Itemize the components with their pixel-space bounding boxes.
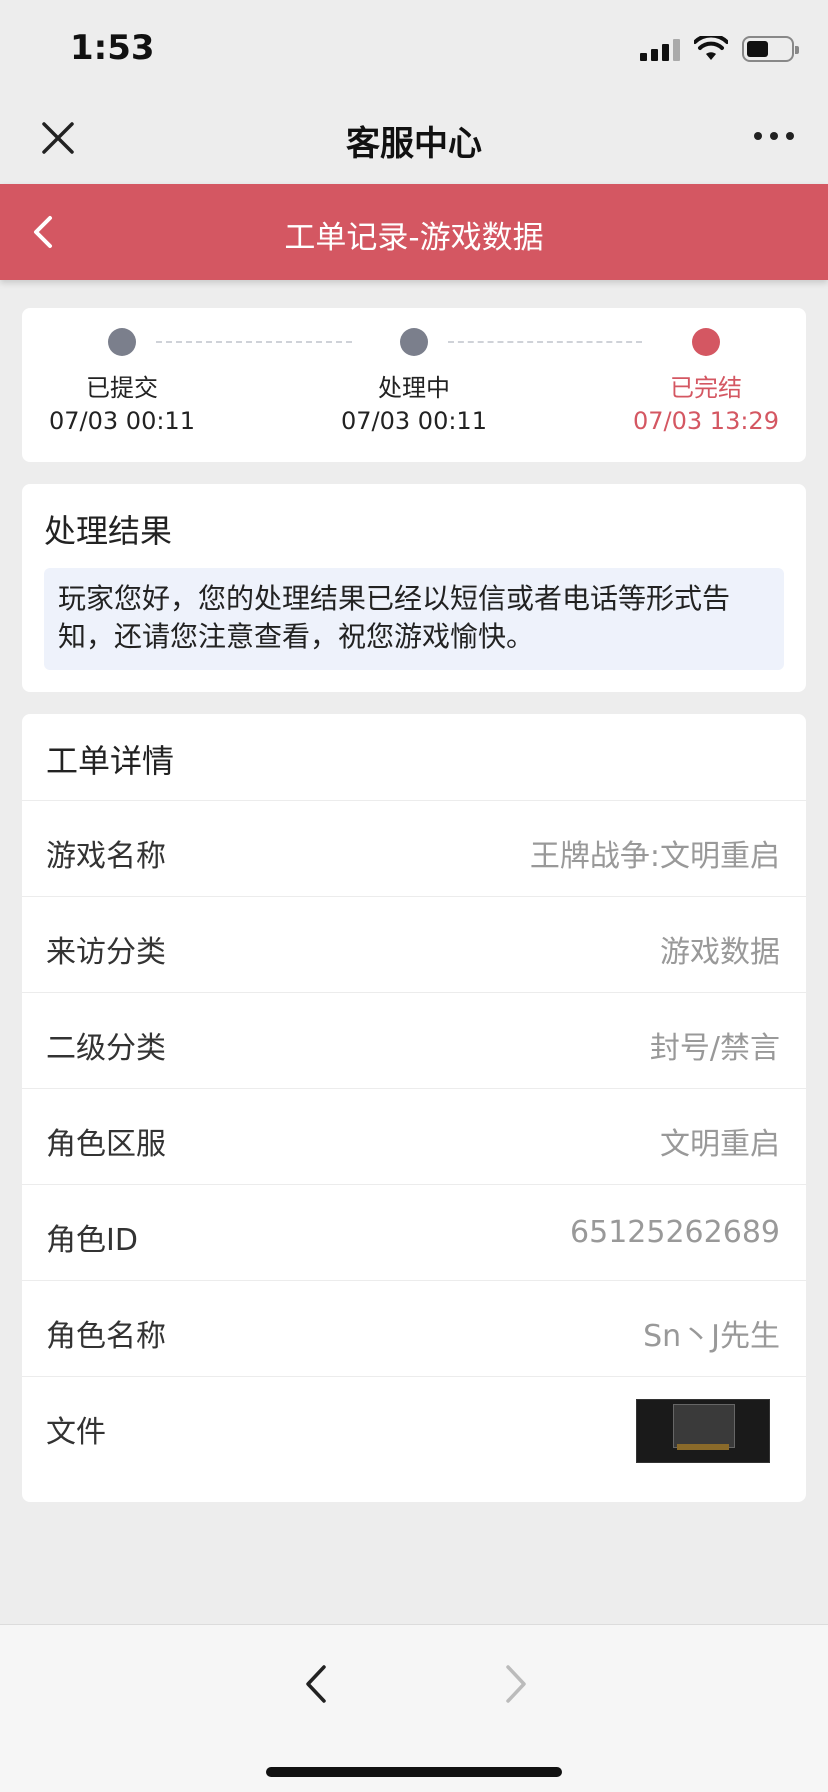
status-icons (640, 36, 799, 62)
detail-value: 文明重启 (660, 1127, 780, 1162)
step-label: 已完结 (670, 374, 742, 402)
result-card: 处理结果 玩家您好，您的处理结果已经以短信或者电话等形式告知，还请您注意查看，祝… (22, 484, 806, 692)
home-indicator (266, 1767, 562, 1777)
details-heading: 工单详情 (46, 742, 175, 780)
step-time: 07/03 00:11 (341, 407, 487, 435)
nav-bar: 客服中心 (0, 96, 828, 184)
status-bar: 1:53 (0, 0, 828, 96)
wifi-icon (694, 36, 728, 60)
result-heading: 处理结果 (44, 512, 173, 550)
detail-row-server: 角色区服 文明重启 (22, 1088, 806, 1184)
detail-value: 王牌战争:文明重启 (529, 839, 780, 874)
signal-icon (640, 37, 680, 61)
progress-step-submitted: 已提交 07/03 00:11 (22, 328, 222, 435)
progress-step-processing: 处理中 07/03 00:11 (314, 328, 514, 435)
detail-value: 封号/禁言 (649, 1031, 780, 1066)
detail-row-subcategory: 二级分类 封号/禁言 (22, 992, 806, 1088)
chevron-left-icon[interactable] (298, 1659, 334, 1709)
result-message: 玩家您好，您的处理结果已经以短信或者电话等形式告知，还请您注意查看，祝您游戏愉快… (44, 568, 784, 670)
step-time: 07/03 13:29 (633, 407, 779, 435)
detail-value: Sn丶J先生 (643, 1319, 780, 1354)
detail-key: 二级分类 (46, 1031, 166, 1066)
detail-row-role-id: 角色ID 65125262689 (22, 1184, 806, 1280)
detail-key: 游戏名称 (46, 839, 166, 874)
header-title: 工单记录-游戏数据 (284, 220, 544, 256)
detail-value: 65125262689 (570, 1215, 780, 1250)
more-icon[interactable] (754, 132, 794, 140)
chevron-right-icon[interactable] (498, 1659, 534, 1709)
detail-row-game-name: 游戏名称 王牌战争:文明重启 (22, 800, 806, 896)
progress-card: 已提交 07/03 00:11 处理中 07/03 00:11 已完结 07/0… (22, 308, 806, 462)
step-label: 处理中 (378, 374, 450, 402)
progress-step-completed: 已完结 07/03 13:29 (606, 328, 806, 435)
bottom-toolbar (0, 1624, 828, 1792)
detail-key: 来访分类 (46, 935, 166, 970)
detail-row-file: 文件 (22, 1376, 806, 1486)
file-thumbnail[interactable] (636, 1399, 770, 1463)
battery-icon (742, 36, 799, 62)
detail-row-category: 来访分类 游戏数据 (22, 896, 806, 992)
step-dot (692, 328, 720, 356)
detail-key: 角色ID (46, 1223, 138, 1258)
detail-key: 文件 (46, 1415, 106, 1450)
page-title: 客服中心 (346, 124, 482, 164)
detail-key: 角色区服 (46, 1127, 166, 1162)
ticket-header: 工单记录-游戏数据 (0, 184, 828, 280)
step-dot (400, 328, 428, 356)
status-time: 1:53 (70, 28, 155, 68)
detail-row-role-name: 角色名称 Sn丶J先生 (22, 1280, 806, 1376)
step-dot (108, 328, 136, 356)
details-card: 工单详情 游戏名称 王牌战争:文明重启 来访分类 游戏数据 二级分类 封号/禁言… (22, 714, 806, 1502)
step-label: 已提交 (86, 374, 158, 402)
step-time: 07/03 00:11 (49, 407, 195, 435)
detail-value: 游戏数据 (660, 935, 780, 970)
detail-key: 角色名称 (46, 1319, 166, 1354)
